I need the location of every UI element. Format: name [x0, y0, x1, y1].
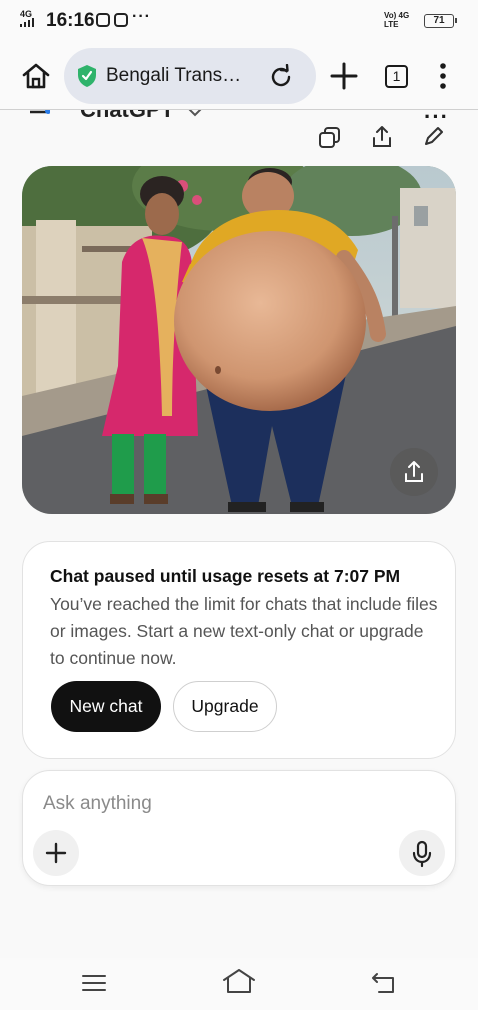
tab-switcher-button[interactable]: 1: [385, 65, 408, 88]
plus-icon: [45, 842, 67, 864]
image-share-icon[interactable]: [390, 448, 438, 496]
add-attachment-button[interactable]: [33, 830, 79, 876]
battery-icon: 71: [424, 14, 457, 28]
volte-indicator: Vo) 4G LTE: [384, 11, 409, 29]
sidebar-menu-icon[interactable]: [30, 110, 50, 122]
usage-limit-message: You’ve reached the limit for chats that …: [50, 594, 438, 668]
usage-limit-title: Chat paused until usage resets at 7:07 P…: [50, 566, 401, 586]
copy-icon[interactable]: [318, 126, 342, 150]
microphone-icon: [412, 840, 432, 868]
url-text: Bengali Trans…: [106, 65, 242, 86]
more-vert-icon[interactable]: [438, 62, 448, 90]
reload-icon[interactable]: [268, 64, 294, 90]
clock: 16:16: [46, 10, 95, 31]
signal-bars-icon: [20, 18, 34, 27]
edit-icon[interactable]: [424, 126, 444, 146]
message-composer: [22, 770, 456, 886]
back-icon[interactable]: [371, 972, 397, 994]
message-input[interactable]: [43, 791, 423, 817]
home-icon[interactable]: [20, 60, 52, 92]
browser-notification-icon: [96, 13, 110, 27]
share-icon[interactable]: [370, 124, 394, 150]
model-title[interactable]: ChatGPT: [80, 110, 174, 123]
network-type-label: LTE: [384, 20, 399, 29]
new-chat-button[interactable]: New chat: [51, 681, 161, 732]
browser-toolbar: Bengali Trans… 1: [0, 42, 478, 110]
voice-input-button[interactable]: [399, 830, 445, 876]
network-label: Vo) 4G: [384, 11, 410, 20]
chat-header: ChatGPT ···: [0, 110, 478, 160]
home-nav-icon[interactable]: [222, 968, 256, 994]
upgrade-button[interactable]: Upgrade: [173, 681, 277, 732]
new-tab-icon[interactable]: [330, 62, 358, 90]
system-navigation-bar: [0, 958, 478, 1010]
chevron-down-icon[interactable]: [187, 110, 203, 118]
gallery-notification-icon: [114, 13, 128, 27]
signal-indicator: 4G: [20, 10, 34, 28]
status-bar: 4G 16:16 ··· Vo) 4G LTE 71: [0, 0, 478, 42]
address-bar[interactable]: Bengali Trans…: [64, 48, 316, 104]
usage-limit-card: Chat paused until usage resets at 7:07 P…: [22, 541, 456, 759]
shield-icon: [78, 65, 96, 87]
recent-apps-icon[interactable]: [82, 974, 106, 992]
more-notifications-icon: ···: [132, 8, 151, 25]
